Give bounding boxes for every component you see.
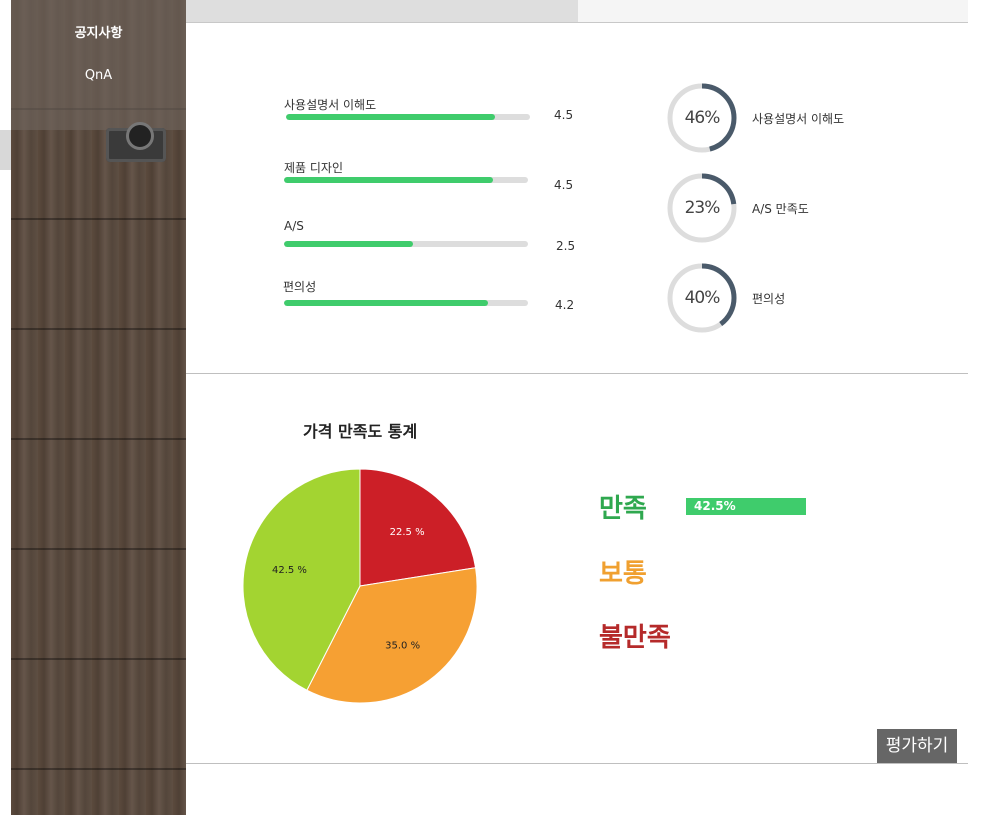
selected-value-bar: 42.5% xyxy=(686,498,806,515)
rating-track xyxy=(284,241,528,247)
price-pie-chart: 22.5 % 35.0 % 42.5 % xyxy=(242,468,478,704)
rating-row-as: A/S 2.5 xyxy=(284,219,584,259)
rating-row-manual: 사용설명서 이해도 4.5 xyxy=(284,96,584,136)
pie-slice-label: 35.0 % xyxy=(385,641,420,652)
rating-track xyxy=(284,177,528,183)
rating-fill xyxy=(286,114,495,120)
sidebar-item-qna[interactable]: QnA xyxy=(11,68,186,83)
decorative-strip xyxy=(0,130,11,170)
evaluate-button[interactable]: 평가하기 xyxy=(877,729,957,764)
circle-convenience: 40% 편의성 xyxy=(666,262,896,334)
rating-value: 4.5 xyxy=(554,178,574,192)
circle-as: 23% A/S 만족도 xyxy=(666,172,896,244)
sidebar: 공지사항 QnA xyxy=(11,0,186,815)
rating-fill xyxy=(284,300,488,306)
legend-neutral[interactable]: 보통 xyxy=(599,553,647,590)
section-divider xyxy=(186,373,968,374)
sidebar-item-notice[interactable]: 공지사항 xyxy=(11,22,186,41)
circle-label: 사용설명서 이해도 xyxy=(752,112,845,126)
pie-slice-label: 42.5 % xyxy=(272,565,307,576)
pie-slice-label: 22.5 % xyxy=(390,527,425,538)
section-divider xyxy=(186,763,968,764)
legend-satisfied[interactable]: 만족 xyxy=(599,488,647,525)
rating-fill xyxy=(284,241,414,247)
tab-strip xyxy=(186,0,968,23)
sidebar-menu-panel xyxy=(11,0,186,130)
rating-fill xyxy=(284,177,493,183)
rating-track xyxy=(284,300,528,306)
circle-manual: 46% 사용설명서 이해도 xyxy=(666,82,896,154)
rating-value: 4.5 xyxy=(554,108,574,122)
rating-label: 사용설명서 이해도 xyxy=(284,98,377,112)
selected-value-label: 42.5% xyxy=(694,499,736,513)
legend-dissatisfied[interactable]: 불만족 xyxy=(599,617,671,654)
circle-label: A/S 만족도 xyxy=(752,202,809,216)
rating-track xyxy=(286,114,530,120)
rating-row-convenience: 편의성 4.2 xyxy=(283,278,584,318)
circle-percent: 40% xyxy=(684,288,721,308)
rating-label: 제품 디자인 xyxy=(284,161,344,175)
rating-label: A/S xyxy=(284,219,304,233)
rating-row-design: 제품 디자인 4.5 xyxy=(284,159,584,199)
rating-label: 편의성 xyxy=(283,280,317,294)
rating-value: 2.5 xyxy=(556,239,576,253)
camera-image xyxy=(106,122,166,162)
rating-value: 4.2 xyxy=(555,298,575,312)
circle-label: 편의성 xyxy=(752,292,786,306)
circle-percent: 46% xyxy=(684,108,721,128)
tab-active[interactable] xyxy=(186,0,578,22)
chart-title: 가격 만족도 통계 xyxy=(303,422,418,441)
circle-percent: 23% xyxy=(684,198,721,218)
